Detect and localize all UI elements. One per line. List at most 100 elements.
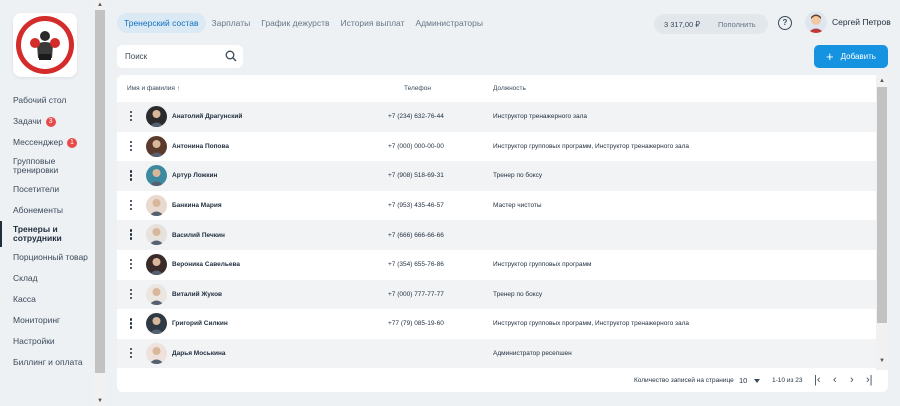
sidebar-item[interactable]: Абонементы	[0, 200, 94, 221]
table-row[interactable]: Дарья Моськина Администратор ресепшен	[117, 338, 876, 369]
staff-position: Инструктор тренажерного зала	[493, 113, 587, 121]
sidebar-item-label: Посетители	[13, 184, 60, 194]
club-logo[interactable]	[13, 13, 77, 77]
sidebar-item[interactable]: Настройки	[0, 331, 94, 352]
pagination: Количество записей на странице 10 1-10 и…	[117, 370, 888, 392]
next-page-icon[interactable]: ›	[850, 374, 854, 387]
table-row[interactable]: Антонина Попова +7 (000) 000-00-00 Инструк…	[117, 132, 876, 162]
more-options-icon[interactable]	[129, 199, 133, 212]
staff-name[interactable]: Дарья Моськина	[172, 350, 226, 357]
sidebar-item[interactable]: Групповые тренировки	[0, 153, 94, 179]
staff-name[interactable]: Вероника Савельева	[172, 261, 240, 268]
prev-page-icon[interactable]: ‹	[833, 374, 837, 387]
avatar	[146, 342, 167, 364]
staff-phone: +77 (79) 085-19-60	[388, 320, 444, 328]
logo-inner	[21, 21, 69, 69]
staff-position: Тренер по боксу	[493, 290, 543, 298]
add-button[interactable]: + Добавить	[814, 45, 888, 68]
staff-name[interactable]: Антонина Попова	[172, 143, 229, 150]
last-page-icon[interactable]: ›|	[866, 374, 873, 387]
staff-position: Администратор ресепшен	[493, 350, 572, 358]
table-row[interactable]: Артур Ложкин +7 (908) 518-69-31 Тренер по …	[117, 161, 876, 191]
staff-name[interactable]: Анатолий Драгунский	[172, 113, 242, 120]
sidebar: Рабочий стол Задачи 3 Мессенджер 1 Групповые …	[0, 0, 94, 406]
table-row[interactable]: Банкина Мария +7 (953) 435-46-57 Мастер чи…	[117, 191, 876, 221]
user-avatar-icon	[808, 14, 824, 33]
sidebar-item[interactable]: Склад	[0, 268, 94, 289]
sidebar-item[interactable]: Посетители	[0, 179, 94, 200]
user-name: Сергей Петров	[832, 17, 891, 27]
more-options-icon[interactable]	[129, 229, 133, 241]
boxer-icon	[30, 31, 60, 60]
more-options-icon[interactable]	[129, 111, 133, 123]
staff-table: Имя и фамилия ↑ Телефон Должность Анатол…	[117, 75, 888, 392]
top-tabs: Тренерский состав Зарплаты График дежурств…	[117, 13, 489, 33]
staff-position: Инструктор групповых программ	[493, 261, 592, 269]
scrollbar-thumb[interactable]	[877, 87, 887, 323]
tab[interactable]: Зарплаты	[207, 13, 256, 33]
scrollbar-thumb[interactable]	[95, 10, 105, 373]
search-input[interactable]	[125, 52, 221, 61]
more-options-icon[interactable]	[129, 288, 133, 301]
sidebar-item[interactable]: Биллинг и оплата	[0, 352, 94, 373]
table-row[interactable]: Виталий Жуков +7 (000) 777-77-77 Тренер по…	[117, 279, 876, 310]
sidebar-scrollbar[interactable]: ▲ ▼	[94, 0, 106, 406]
sidebar-item-label: Мессенджер	[13, 137, 63, 147]
more-options-icon[interactable]	[129, 347, 133, 360]
staff-name[interactable]: Виталий Жуков	[172, 291, 222, 298]
topup-button[interactable]: Пополнить	[710, 20, 756, 29]
staff-position: Инструктор групповых программ, Инструкто…	[493, 320, 690, 328]
sidebar-item[interactable]: Касса	[0, 289, 94, 310]
scroll-up-icon[interactable]: ▲	[876, 75, 888, 87]
search-box[interactable]	[117, 45, 243, 68]
sidebar-item[interactable]: Тренеры и сотрудники	[0, 221, 94, 247]
table-header: Имя и фамилия ↑ Телефон Должность	[117, 75, 876, 102]
first-page-icon[interactable]: |‹	[814, 374, 821, 387]
chevron-down-icon[interactable]	[754, 379, 760, 383]
sidebar-item[interactable]: Порционный товар	[0, 247, 94, 268]
table-row[interactable]: Григорий Силкин +77 (79) 085-19-60 Инструк…	[117, 309, 876, 339]
staff-name[interactable]: Банкина Мария	[172, 202, 222, 209]
avatar	[146, 283, 167, 305]
table-row[interactable]: Вероника Савельева +7 (354) 655-76-86 Инст…	[117, 250, 876, 280]
scroll-down-icon[interactable]: ▼	[94, 396, 106, 406]
avatar-photo	[146, 135, 167, 157]
avatar-photo	[146, 253, 167, 275]
column-header-name[interactable]: Имя и фамилия ↑	[127, 85, 180, 92]
balance-widget: 3 317,00 ₽ Пополнить	[654, 14, 768, 34]
staff-name[interactable]: Григорий Силкин	[172, 320, 228, 327]
sidebar-item-label: Мониторинг	[13, 315, 61, 325]
sidebar-item-label: Биллинг и оплата	[13, 357, 83, 367]
table-row[interactable]: Анатолий Драгунский +7 (234) 632-76-44 Инс…	[117, 102, 876, 132]
add-button-label: Добавить	[840, 52, 876, 61]
sidebar-item[interactable]: Рабочий стол	[0, 90, 94, 111]
sidebar-item[interactable]: Задачи 3	[0, 111, 94, 132]
staff-name[interactable]: Артур Ложкин	[172, 172, 217, 179]
column-header-position: Должность	[493, 85, 526, 92]
per-page-select[interactable]: 10	[739, 376, 747, 385]
more-options-icon[interactable]	[129, 318, 133, 330]
help-icon[interactable]: ?	[778, 16, 792, 30]
tab[interactable]: Администраторы	[411, 13, 488, 33]
column-header-phone: Телефон	[404, 85, 431, 92]
table-scrollbar[interactable]: ▲ ▼	[876, 75, 888, 370]
sidebar-item[interactable]: Мессенджер 1	[0, 132, 94, 153]
sidebar-item[interactable]: Мониторинг	[0, 310, 94, 331]
more-options-icon[interactable]	[129, 140, 133, 153]
per-page-label: Количество записей на странице	[634, 377, 734, 384]
tab[interactable]: История выплат	[336, 13, 410, 33]
sort-arrow-icon[interactable]: ↑	[177, 85, 180, 92]
user-menu[interactable]: Сергей Петров	[805, 11, 891, 33]
table-body: Анатолий Драгунский +7 (234) 632-76-44 Инс…	[117, 102, 876, 369]
tab[interactable]: График дежурств	[256, 13, 334, 33]
staff-name[interactable]: Василий Печкин	[172, 232, 225, 239]
table-row[interactable]: Василий Печкин +7 (666) 666-66-66	[117, 220, 876, 250]
more-options-icon[interactable]	[129, 258, 133, 271]
avatar	[146, 106, 167, 127]
avatar-photo	[146, 283, 167, 305]
scroll-up-icon[interactable]: ▲	[94, 0, 106, 10]
search-icon[interactable]	[225, 50, 237, 62]
scroll-down-icon[interactable]: ▼	[876, 355, 888, 367]
tab[interactable]: Тренерский состав	[117, 13, 206, 33]
more-options-icon[interactable]	[129, 170, 133, 182]
